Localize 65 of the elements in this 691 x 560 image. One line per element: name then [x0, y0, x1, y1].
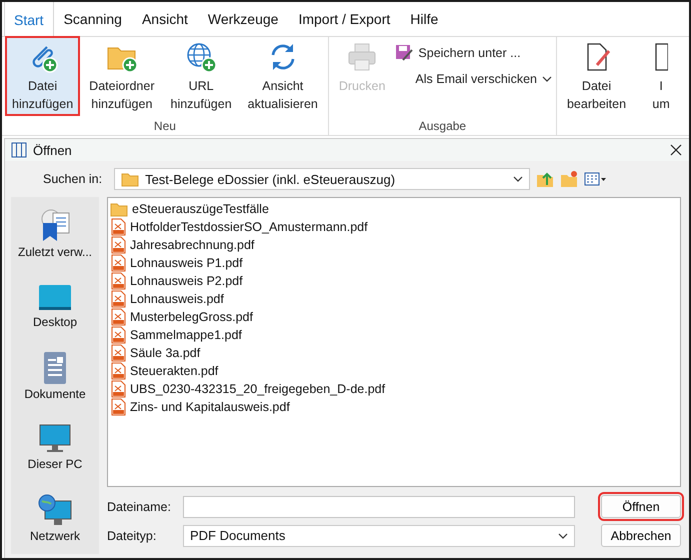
place-item[interactable]: Desktop: [32, 281, 78, 329]
group-label: Ausgabe: [418, 119, 468, 135]
pdf-file-icon: [110, 380, 126, 398]
ribbon-button[interactable]: Dateiordner hinzufügen: [83, 37, 160, 115]
place-item[interactable]: Zuletzt verw...: [18, 207, 92, 259]
caret-icon: [513, 175, 524, 183]
folder-icon: [121, 171, 140, 187]
ribbon-button[interactable]: Ansicht aktualisieren: [242, 37, 324, 115]
pdf-file-icon: [110, 398, 126, 416]
computer-icon: [38, 423, 72, 455]
file-item[interactable]: Sammelmappe1.pdf: [110, 326, 680, 344]
ribbon-button[interactable]: Speichern unter ...: [395, 43, 552, 63]
file-item[interactable]: HotfolderTestdossierSO_Amustermann.pdf: [110, 218, 680, 236]
pdf-file-icon: [110, 326, 126, 344]
pdf-file-icon: [110, 272, 126, 290]
file-item[interactable]: Steuerakten.pdf: [110, 362, 680, 380]
filename-field[interactable]: [183, 496, 575, 518]
save-icon: [395, 44, 414, 62]
ribbon-button[interactable]: I um: [636, 37, 686, 115]
file-item[interactable]: Säule 3a.pdf: [110, 344, 680, 362]
filetype-label: Dateityp:: [107, 528, 158, 542]
pdf-file-icon: [110, 362, 126, 380]
printer-icon: [346, 41, 378, 73]
pdf-file-icon: [110, 218, 126, 236]
view-menu-icon: [584, 171, 606, 187]
ribbon-button[interactable]: Datei hinzufügen: [6, 37, 80, 115]
place-item[interactable]: Netzwerk: [30, 493, 80, 543]
close-icon: [669, 143, 683, 157]
group-label: Neu: [152, 119, 177, 135]
folder-icon: [110, 201, 128, 217]
place-item[interactable]: Dieser PC: [28, 423, 82, 471]
file-item[interactable]: Jahresabrechnung.pdf: [110, 236, 680, 254]
look-in-dropdown[interactable]: Test-Belege eDossier (inkl. eSteuerauszug): [114, 168, 530, 190]
cancel-button[interactable]: Abbrechen: [601, 524, 681, 547]
new-folder-icon: [560, 170, 578, 188]
folder-up-icon: [536, 170, 554, 188]
dialog-icon: [11, 142, 27, 158]
open-button[interactable]: Öffnen: [601, 495, 681, 518]
ribbon-button[interactable]: Datei bearbeiten: [560, 37, 632, 115]
file-item[interactable]: MusterbelegGross.pdf: [110, 308, 680, 326]
network-icon: [36, 493, 73, 527]
file-item[interactable]: eSteuerauszügeTestfälle: [110, 200, 680, 218]
file-item[interactable]: Zins- und Kapitalausweis.pdf: [110, 398, 680, 416]
place-item[interactable]: Dokumente: [24, 351, 86, 401]
pdf-file-icon: [110, 344, 126, 362]
ribbon-dropdown-button[interactable]: Als Email verschicken: [395, 69, 552, 89]
file-item[interactable]: UBS_0230-432315_20_freigegeben_D-de.pdf: [110, 380, 680, 398]
documents-icon: [41, 351, 69, 385]
caret-icon: [558, 532, 568, 540]
globe-plus-icon: [185, 41, 218, 73]
ribbon-button[interactable]: URL hinzufügen: [164, 37, 238, 115]
filename-label: Dateiname:: [107, 500, 172, 514]
ribbon-tab[interactable]: Start: [4, 2, 54, 37]
file-item[interactable]: Lohnausweis P2.pdf: [110, 272, 680, 290]
file-item[interactable]: Lohnausweis P1.pdf: [110, 254, 680, 272]
pdf-file-icon: [110, 236, 126, 254]
dialog-title: Öffnen: [33, 142, 73, 158]
file-item[interactable]: Lohnausweis.pdf: [110, 290, 680, 308]
filetype-dropdown[interactable]: PDF Documents: [183, 524, 575, 546]
pdf-file-icon: [110, 290, 126, 308]
look-in-label: Suchen in:: [43, 172, 102, 186]
pdf-file-icon: [110, 308, 126, 326]
caret-icon: [542, 75, 552, 83]
pdf-file-icon: [110, 254, 126, 272]
document-icon: [654, 41, 668, 73]
